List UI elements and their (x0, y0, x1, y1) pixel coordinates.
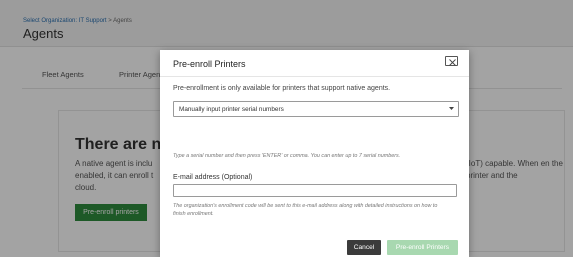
email-label: E-mail address (Optional) (173, 174, 253, 181)
caret-down-icon (449, 107, 454, 110)
email-field[interactable] (173, 184, 457, 197)
pre-enroll-submit-button[interactable]: Pre-enroll Printers (387, 240, 458, 255)
pre-enroll-dialog: Pre-enroll Printers Pre-enrollment is on… (160, 50, 469, 257)
email-hint: The organization's enrollment code will … (173, 203, 438, 217)
info-text: Pre-enrollment is only available for pri… (173, 85, 391, 92)
dialog-header: Pre-enroll Printers (160, 50, 469, 77)
close-icon (449, 58, 456, 66)
close-button[interactable] (445, 56, 458, 66)
input-method-select[interactable]: Manually input printer serial numbers (173, 101, 459, 117)
serial-number-hint: Type a serial number and then press 'ENT… (173, 153, 401, 159)
dialog-title: Pre-enroll Printers (173, 59, 246, 69)
select-value: Manually input printer serial numbers (179, 105, 284, 113)
cancel-button[interactable]: Cancel (347, 240, 381, 255)
